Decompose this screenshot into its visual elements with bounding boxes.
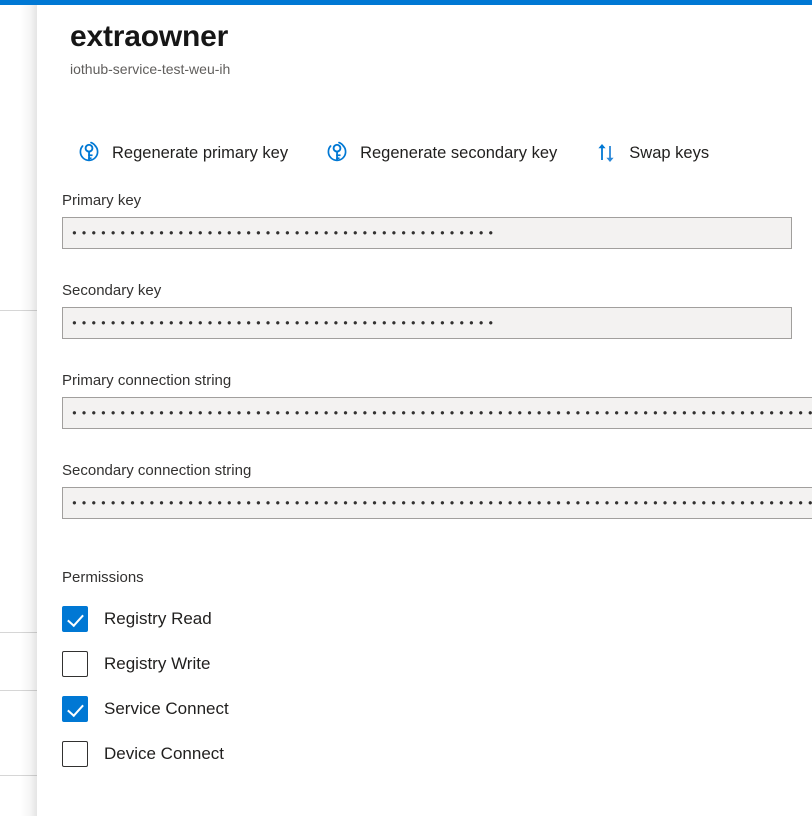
azure-portal-screen: extraowner iothub-service-test-weu-ih Re… <box>0 0 812 816</box>
secondary-connection-string-field: Secondary connection string ••••••••••••… <box>62 461 812 519</box>
permissions-heading: Permissions <box>62 569 144 586</box>
shared-access-policy-blade: extraowner iothub-service-test-weu-ih Re… <box>37 5 812 816</box>
checkbox-registry-read[interactable] <box>62 605 88 632</box>
command-toolbar: Regenerate primary key Regenerate second… <box>70 130 719 176</box>
permission-label: Device Connect <box>104 743 225 763</box>
key-regenerate-icon <box>324 140 350 166</box>
page-subtitle: iothub-service-test-weu-ih <box>70 61 231 77</box>
primary-key-field: Primary key ••••••••••••••••••••••••••••… <box>62 191 792 249</box>
blade-header: extraowner iothub-service-test-weu-ih <box>70 18 790 78</box>
permission-registry-write[interactable]: Registry Write <box>62 641 229 686</box>
checkbox-registry-write[interactable] <box>62 650 88 677</box>
masked-value: ••••••••••••••••••••••••••••••••••••••••… <box>71 406 812 420</box>
command-label: Regenerate primary key <box>112 144 289 162</box>
command-label: Regenerate secondary key <box>360 144 558 162</box>
command-label: Swap keys <box>629 144 710 162</box>
checkbox-device-connect[interactable] <box>62 740 88 767</box>
primary-connection-string-input[interactable]: ••••••••••••••••••••••••••••••••••••••••… <box>62 397 812 429</box>
field-label: Primary connection string <box>62 372 232 389</box>
regenerate-primary-key-button[interactable]: Regenerate primary key <box>70 130 298 176</box>
permission-device-connect[interactable]: Device Connect <box>62 731 229 776</box>
field-label: Secondary connection string <box>62 462 252 479</box>
secondary-key-input[interactable]: ••••••••••••••••••••••••••••••••••••••••… <box>62 307 792 339</box>
swap-arrows-icon <box>593 140 619 166</box>
portal-accent-bar <box>0 0 812 5</box>
secondary-connection-string-input[interactable]: ••••••••••••••••••••••••••••••••••••••••… <box>62 487 812 519</box>
primary-connection-string-field: Primary connection string ••••••••••••••… <box>62 371 812 429</box>
field-label: Primary key <box>62 192 142 209</box>
primary-key-input[interactable]: ••••••••••••••••••••••••••••••••••••••••… <box>62 217 792 249</box>
blade-drop-shadow <box>20 5 37 816</box>
regenerate-secondary-key-button[interactable]: Regenerate secondary key <box>318 130 567 176</box>
permission-service-connect[interactable]: Service Connect <box>62 686 229 731</box>
masked-value: ••••••••••••••••••••••••••••••••••••••••… <box>71 316 498 330</box>
permission-label: Registry Read <box>104 608 212 628</box>
masked-value: ••••••••••••••••••••••••••••••••••••••••… <box>71 496 812 510</box>
swap-keys-button[interactable]: Swap keys <box>587 130 719 176</box>
key-regenerate-icon <box>76 140 102 166</box>
permission-registry-read[interactable]: Registry Read <box>62 596 229 641</box>
field-label: Secondary key <box>62 282 162 299</box>
permission-label: Service Connect <box>104 698 229 718</box>
permissions-section: Permissions Registry Read Registry Write… <box>62 568 229 776</box>
permission-label: Registry Write <box>104 653 211 673</box>
page-title: extraowner <box>70 20 229 53</box>
secondary-key-field: Secondary key ••••••••••••••••••••••••••… <box>62 281 792 339</box>
masked-value: ••••••••••••••••••••••••••••••••••••••••… <box>71 226 498 240</box>
checkbox-service-connect[interactable] <box>62 695 88 722</box>
